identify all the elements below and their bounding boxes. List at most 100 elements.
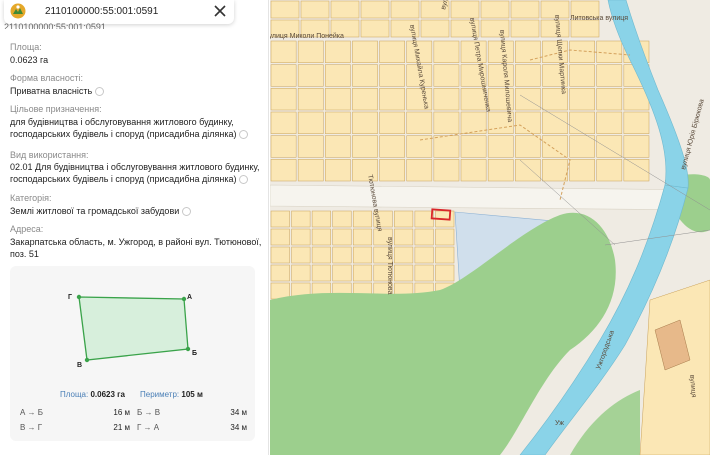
vertex-g [76,294,82,300]
parcel-cell [433,40,460,63]
parcel-cell [297,64,324,87]
gerb-logo-icon [10,3,26,19]
parcel-cell [311,228,331,246]
parcel-cell [325,40,351,63]
edge-value: 16 м [113,408,130,417]
parcel-cell [270,264,290,282]
parcel-cell [487,135,514,158]
edge-label: А → Б [20,408,44,417]
parcel-cell [352,246,373,264]
parcel-cell [325,135,351,158]
address-value: Закарпатська область, м. Ужгород, в райо… [10,237,262,259]
parcel-cell [420,19,450,38]
parcel-cell [325,111,351,134]
close-icon[interactable] [213,4,227,18]
search-bar[interactable]: 2110100000:55:001:0591 [4,0,234,24]
parcel-cell [379,111,405,134]
parcel-cell [311,264,331,282]
vertex-label-b: Б [192,350,197,357]
east-parcels [639,279,710,455]
info-icon[interactable] [239,130,249,140]
parcel-cell [352,228,373,246]
parcel-cell [596,64,623,87]
edge-label: В → Г [20,423,43,432]
usage-value: 02.01 Для будівництва і обслуговування ж… [10,162,260,185]
parcel-cell [311,210,331,228]
parcel-cell [569,111,595,134]
parcel-cell [352,64,378,87]
parcel-cell [352,135,378,158]
parcel-cell [352,88,378,111]
parcel-cell [569,64,595,87]
parcel-cell [414,264,434,282]
parcel-cell [433,135,460,158]
usage-label: Вид використання: [10,150,89,160]
parcel-cell [569,135,595,158]
parcel-cell [570,19,600,38]
parcel-cell [297,40,324,63]
parcel-cell [460,159,487,182]
cadastral-number-input[interactable]: 2110100000:55:001:0591 [45,6,158,17]
parcel-cell [435,264,455,282]
parcel-cell [390,0,420,19]
parcel-cell [433,88,460,111]
category-value: Землі житлової та громадської забудови [10,205,265,217]
parcel-cell [394,264,414,282]
area-value: 0.0623 га [10,55,49,65]
parcel-cell [297,135,324,158]
parcel-cell [270,246,290,264]
parcel-cell [460,111,487,134]
ownership-value: Приватна власність [10,85,265,97]
parcel-cell [623,135,650,158]
parcel-cell [360,0,390,19]
info-icon[interactable] [182,207,192,217]
parcel-cell [435,246,455,264]
address-label: Адреса: [10,224,44,234]
parcel-cell [360,19,390,38]
parcel-cell [433,64,460,87]
parcel-cell [291,246,311,264]
parcel-shape-card: Г А Б В Площа: 0.0623 га Периметр: 105 м… [10,266,255,441]
parcel-cell [270,40,297,63]
parcel-cell [515,88,541,111]
parcel-cell [406,135,433,158]
parcel-cell [435,228,455,246]
parcel-cell [414,246,434,264]
parcel-cell [379,88,405,111]
parcel-cell [569,88,595,111]
parcel-cell [352,210,373,228]
parcel-cell [297,88,324,111]
category-label: Категорія: [10,193,52,203]
parcel-cell [270,135,297,158]
cadastral-number-text: 2110100000:55:001:0591 [4,23,106,29]
parcel-cell [596,111,623,134]
parcel-cell [270,159,297,182]
plot-area-stat: Площа: 0.0623 га [60,390,125,399]
parcel-cell [542,159,568,182]
parcel-cell [332,210,352,228]
map-canvas[interactable]: вулиця Миколи Понейка вулиця Тютюнова ву… [270,0,710,455]
parcel-cell [487,159,514,182]
vertex-v [84,357,90,363]
parcel-cell [569,159,595,182]
parcel-cell [433,111,460,134]
parcel-cell [352,40,378,63]
parcel-cell [515,135,541,158]
info-icon[interactable] [95,87,105,97]
cadastral-map[interactable]: вулиця Миколи Понейка вулиця Тютюнова ву… [270,0,710,455]
parcel-cell [379,135,405,158]
info-icon[interactable] [239,175,249,185]
parcel-cell [297,111,324,134]
parcel-cell [406,159,433,182]
vertex-label-v: В [77,362,82,369]
parcel-cell [596,88,623,111]
parcel-cell [379,40,405,63]
parcel-cell [450,0,480,19]
parcel-cell [330,0,360,19]
parcel-cell [460,135,487,158]
parcel-cell [394,210,414,228]
parcel-cell [515,40,541,63]
edge-value: 34 м [230,423,247,432]
parcel-cell [510,0,540,19]
parcel-cell [596,40,623,63]
